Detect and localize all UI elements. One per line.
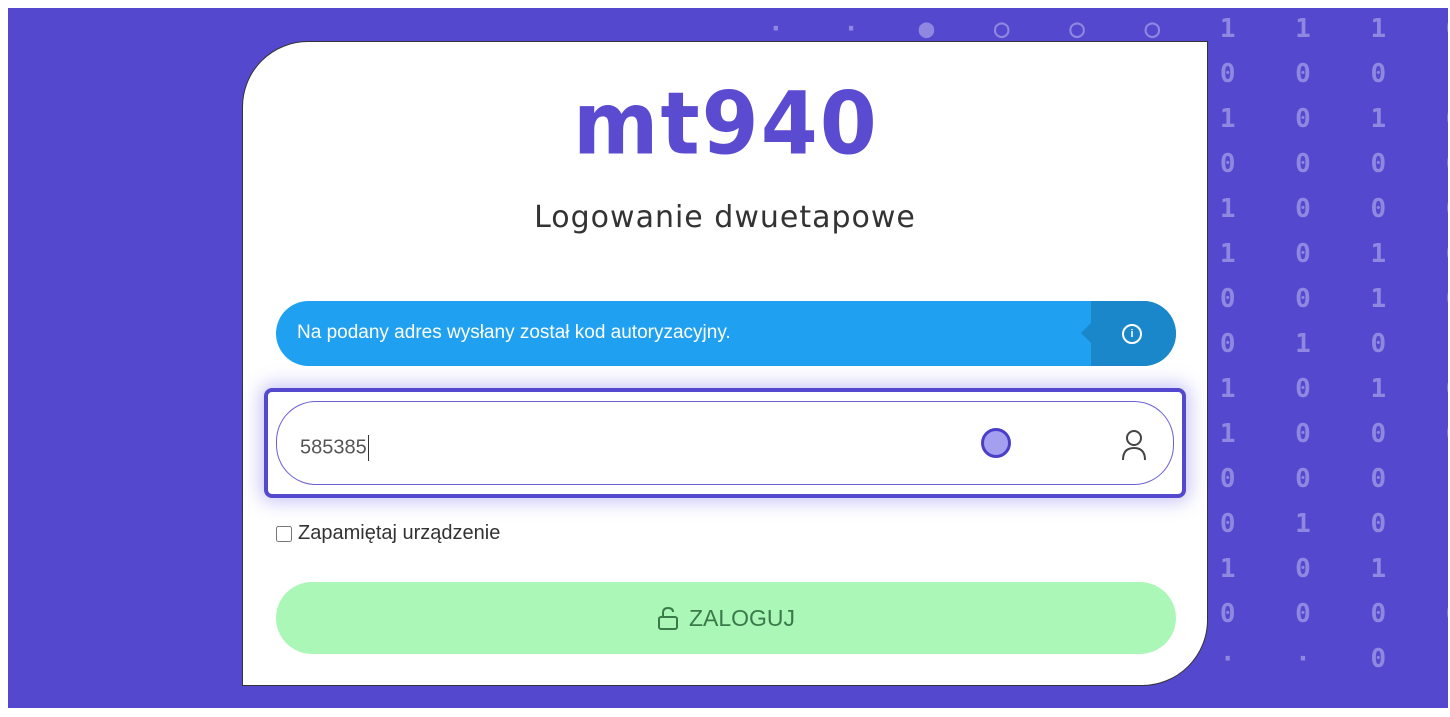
page-title: Logowanie dwuetapowe <box>534 200 916 235</box>
remember-label: Zapamiętaj urządzenie <box>298 522 501 544</box>
remember-checkbox[interactable] <box>276 525 292 542</box>
code-field[interactable]: 585385 <box>276 401 1174 485</box>
login-button-label: ZALOGUJ <box>688 604 796 631</box>
remember-device[interactable]: Zapamiętaj urządzenie <box>276 522 500 545</box>
lock-icon <box>657 606 678 630</box>
binary-row: · · ● ○ ○ ○ 1 1 1 0 0 0 1 1 <box>768 14 1448 44</box>
logo: mt940 <box>573 74 879 175</box>
alert-message: Na podany adres wysłany został kod autor… <box>297 322 731 343</box>
info-alert: Na podany adres wysłany został kod autor… <box>276 301 1176 366</box>
status-dot-icon <box>981 428 1011 458</box>
login-button[interactable]: ZALOGUJ <box>276 582 1176 654</box>
login-page: · · ● ○ ○ ○ 1 1 1 0 0 0 1 1 1 0 0 0 1 1 … <box>8 8 1448 708</box>
user-icon <box>1122 430 1146 461</box>
code-field-focus-ring: 585385 <box>264 388 1186 498</box>
code-input[interactable]: 585385 <box>300 435 369 461</box>
info-icon: i <box>1122 324 1142 344</box>
text-caret <box>367 435 369 461</box>
alert-icon-box: i <box>1081 301 1176 366</box>
login-card: mt940 Logowanie dwuetapowe Na podany adr… <box>242 41 1208 686</box>
